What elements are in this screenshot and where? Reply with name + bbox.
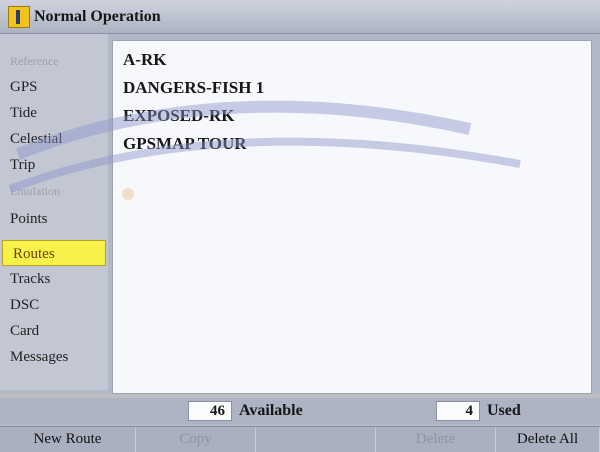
sidebar-item-trip[interactable]: Trip bbox=[0, 152, 108, 178]
used-label: Used bbox=[487, 402, 521, 419]
sidebar-item-gps[interactable]: GPS bbox=[0, 74, 108, 100]
used-count: 4 bbox=[436, 401, 480, 421]
sidebar-item-dsc[interactable]: DSC bbox=[0, 292, 108, 318]
route-item[interactable]: A-RK bbox=[123, 47, 563, 73]
sidebar-item-reference: Reference bbox=[10, 54, 59, 68]
sidebar: Reference GPS Tide Celestial Trip Emulat… bbox=[0, 34, 108, 390]
delete-all-button[interactable]: Delete All bbox=[496, 427, 600, 452]
sidebar-item-tracks[interactable]: Tracks bbox=[0, 266, 108, 292]
route-item[interactable]: GPSMAP TOUR bbox=[123, 131, 563, 157]
available-label: Available bbox=[239, 402, 303, 419]
route-list-panel: A-RK DANGERS-FISH 1 EXPOSED-RK GPSMAP TO… bbox=[112, 40, 592, 394]
delete-button: Delete bbox=[376, 427, 496, 452]
status-bar: 46 Available 4 Used bbox=[0, 398, 600, 424]
window-title: Normal Operation bbox=[34, 8, 161, 25]
softkey-bar: New Route Copy Delete Delete All bbox=[0, 426, 600, 452]
sidebar-item-messages[interactable]: Messages bbox=[0, 344, 108, 370]
copy-button: Copy bbox=[136, 427, 256, 452]
sidebar-item-emulation: Emulation bbox=[10, 184, 60, 198]
new-route-button[interactable]: New Route bbox=[0, 427, 136, 452]
sidebar-item-card[interactable]: Card bbox=[0, 318, 108, 344]
garmin-logo-icon bbox=[8, 6, 30, 28]
title-bar: Normal Operation bbox=[0, 0, 600, 34]
sidebar-item-tide[interactable]: Tide bbox=[0, 100, 108, 126]
route-item[interactable]: DANGERS-FISH 1 bbox=[123, 75, 563, 101]
sidebar-item-celestial[interactable]: Celestial bbox=[0, 126, 108, 152]
sidebar-item-points[interactable]: Points bbox=[0, 206, 108, 232]
blank-softkey bbox=[256, 427, 376, 452]
sidebar-item-routes[interactable]: Routes bbox=[2, 240, 106, 266]
available-count: 46 bbox=[188, 401, 232, 421]
route-item[interactable]: EXPOSED-RK bbox=[123, 103, 563, 129]
